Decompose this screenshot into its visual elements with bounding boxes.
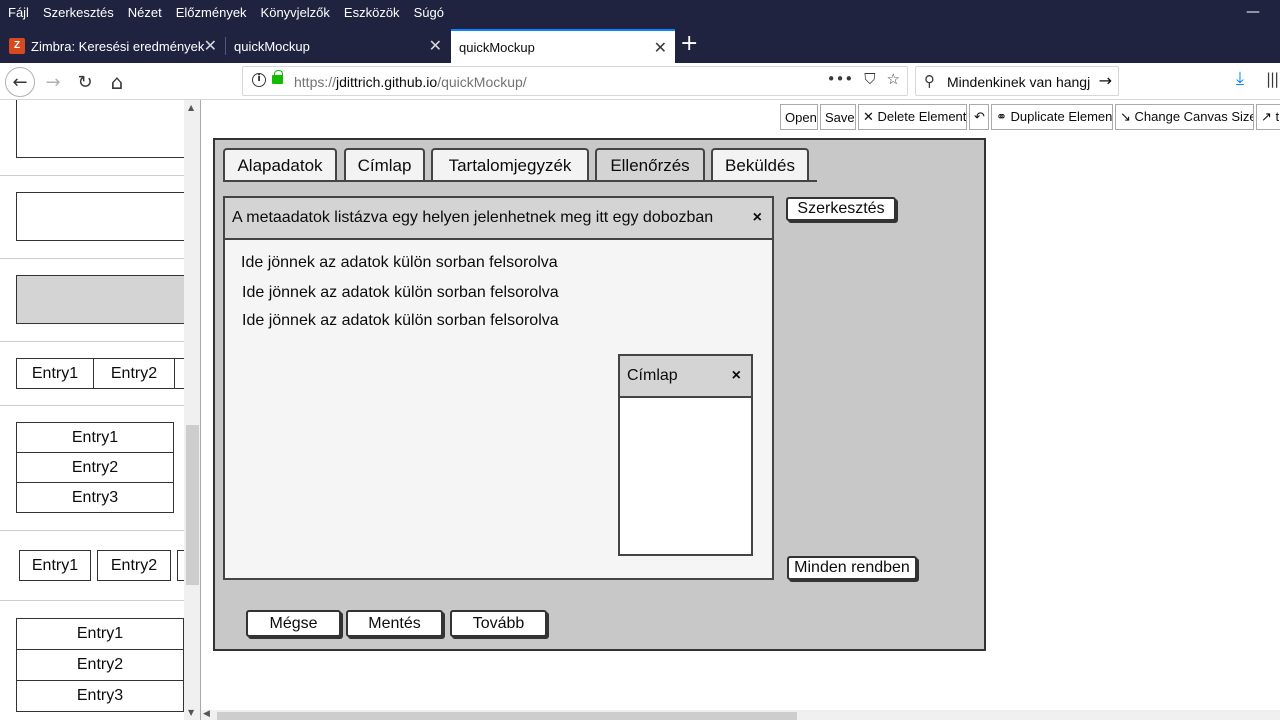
data-line: Ide jönnek az adatok külön sorban felsor… [242, 284, 559, 301]
scroll-up-icon[interactable]: ▲ [188, 103, 194, 112]
delete-element-button[interactable]: ✕ Delete Element [858, 104, 967, 130]
scrollbar-thumb[interactable] [186, 425, 199, 585]
home-button[interactable]: ⌂ [102, 67, 132, 97]
metadata-window-title: A metaadatok listázva egy helyen jelenhe… [225, 198, 772, 240]
horizontal-scrollbar[interactable]: ◀ [201, 709, 1280, 720]
palette-separator [0, 341, 184, 342]
change-canvas-size-button[interactable]: ↘ Change Canvas Size [1115, 104, 1254, 130]
lock-icon [272, 70, 283, 84]
new-tab-button[interactable]: + [680, 31, 698, 56]
cimlap-window[interactable]: Címlap × [618, 354, 753, 556]
scrollbar-thumb[interactable] [217, 712, 797, 720]
minimize-window-button[interactable]: — [1246, 4, 1260, 20]
palette-tab-item[interactable]: Entry2 [97, 550, 171, 581]
url-bar[interactable]: i https://jdittrich.github.io/quickMocku… [242, 66, 908, 96]
pocket-icon[interactable]: ⛉ [864, 70, 875, 88]
forward-button[interactable]: → [38, 67, 68, 97]
palette-separator [0, 530, 184, 531]
element-palette: Entry1 Entry2 Entry1 Entry2 Entry3 Entry… [0, 100, 201, 720]
back-button[interactable]: ← [5, 67, 35, 97]
search-bar[interactable]: ⚲ Mindenkinek van hangj → [915, 66, 1119, 96]
palette-list-item[interactable]: Entry2 [16, 452, 174, 483]
palette-textarea[interactable] [16, 100, 188, 158]
reload-button[interactable]: ↻ [70, 67, 100, 97]
undo-button[interactable]: ↶ [969, 104, 989, 130]
library-icon[interactable]: ||| [1266, 70, 1279, 88]
scroll-down-icon[interactable]: ▼ [188, 708, 194, 717]
search-input[interactable]: Mindenkinek van hangj [947, 74, 1093, 90]
menu-tools[interactable]: Eszközök [337, 5, 407, 20]
metadata-window[interactable]: A metaadatok listázva egy helyen jelenhe… [223, 196, 774, 580]
window-title-text: A metaadatok listázva egy helyen jelenhe… [232, 209, 714, 226]
scroll-left-icon[interactable]: ◀ [203, 709, 210, 719]
palette-separator [0, 258, 184, 259]
browser-tab-quickmockup-1[interactable]: quickMockup ✕ [226, 29, 450, 63]
browser-tab-quickmockup-active[interactable]: quickMockup ✕ [451, 29, 675, 63]
palette-separator [0, 405, 184, 406]
tab-baseline [223, 180, 817, 182]
close-tab-icon[interactable]: ✕ [429, 36, 442, 56]
menu-view[interactable]: Nézet [121, 5, 169, 20]
save-button[interactable]: Mentés [346, 610, 443, 637]
navigation-bar: ← → ↻ ⌂ i https://jdittrich.github.io/qu… [0, 63, 1280, 100]
menu-file[interactable]: Fájl [0, 5, 36, 20]
next-button[interactable]: Tovább [450, 610, 547, 637]
cimlap-window-title: Címlap × [620, 356, 751, 398]
url-text[interactable]: https://jdittrich.github.io/quickMockup/ [294, 74, 527, 90]
mock-tab-tartalomjegyzek[interactable]: Tartalomjegyzék [431, 148, 589, 182]
palette-scrollbar[interactable]: ▲ ▼ [184, 100, 200, 720]
zimbra-favicon-icon: Z [9, 38, 25, 54]
mock-tab-cimlap[interactable]: Címlap [344, 148, 425, 182]
menu-edit[interactable]: Szerkesztés [36, 5, 121, 20]
palette-list-item[interactable]: Entry2 [16, 649, 184, 681]
mock-tab-ellenorzes[interactable]: Ellenőrzés [595, 148, 705, 182]
close-icon[interactable]: × [732, 367, 741, 385]
page-content: Entry1 Entry2 Entry1 Entry2 Entry3 Entry… [0, 100, 1280, 720]
info-icon[interactable]: i [252, 73, 266, 87]
palette-table-cell[interactable]: Entry1 [16, 358, 94, 389]
search-go-icon[interactable]: → [1099, 71, 1112, 90]
menu-bar: Fájl Szerkesztés Nézet Előzmények Könyvj… [0, 0, 1280, 25]
bookmark-star-icon[interactable]: ☆ [887, 70, 900, 88]
palette-list-item[interactable]: Entry3 [16, 680, 184, 712]
cancel-button[interactable]: Mégse [246, 610, 341, 637]
close-tab-icon[interactable]: ✕ [654, 38, 667, 58]
palette-separator [0, 175, 184, 176]
all-ok-button[interactable]: Minden rendben [787, 556, 917, 580]
search-icon: ⚲ [924, 72, 935, 90]
palette-table-cell[interactable]: Entry2 [93, 358, 175, 389]
edit-button[interactable]: Szerkesztés [786, 197, 896, 221]
tab-strip: Z Zimbra: Keresési eredmények ✕ quickMoc… [0, 25, 1280, 63]
mock-tab-bekuldes[interactable]: Beküldés [711, 148, 809, 182]
browser-tab-zimbra[interactable]: Z Zimbra: Keresési eredmények ✕ [0, 29, 225, 63]
more-toolbar-button[interactable]: ↗ t [1256, 104, 1280, 130]
data-line: Ide jönnek az adatok külön sorban felsor… [242, 312, 559, 329]
close-tab-icon[interactable]: ✕ [204, 36, 217, 56]
mock-tab-alapadatok[interactable]: Alapadatok [223, 148, 337, 182]
palette-textfield[interactable] [16, 192, 188, 241]
open-button[interactable]: Open [780, 104, 818, 130]
page-actions-icon[interactable]: ••• [827, 70, 854, 88]
menu-history[interactable]: Előzmények [169, 5, 254, 20]
browser-tab-title: quickMockup [234, 38, 310, 54]
palette-list-item[interactable]: Entry3 [16, 482, 174, 513]
menu-help[interactable]: Súgó [407, 5, 451, 20]
browser-tab-title: quickMockup [459, 39, 535, 55]
duplicate-element-button[interactable]: ⚭ Duplicate Element [991, 104, 1113, 130]
data-line: Ide jönnek az adatok külön sorban felsor… [241, 254, 558, 271]
palette-panel[interactable] [16, 275, 188, 324]
download-icon[interactable]: ⤓ [1236, 68, 1244, 89]
window-title-text: Címlap [627, 367, 678, 384]
palette-list-item[interactable]: Entry1 [16, 422, 174, 453]
browser-tab-title: Zimbra: Keresési eredmények [31, 38, 205, 54]
menu-bookmarks[interactable]: Könyvjelzők [254, 5, 337, 20]
palette-tab-item[interactable]: Entry1 [19, 550, 91, 581]
close-icon[interactable]: × [753, 209, 762, 227]
palette-separator [0, 600, 184, 601]
mockup-canvas[interactable]: Alapadatok Címlap Tartalomjegyzék Ellenő… [213, 138, 986, 651]
save-file-button[interactable]: Save [820, 104, 856, 130]
palette-list-item[interactable]: Entry1 [16, 618, 184, 650]
